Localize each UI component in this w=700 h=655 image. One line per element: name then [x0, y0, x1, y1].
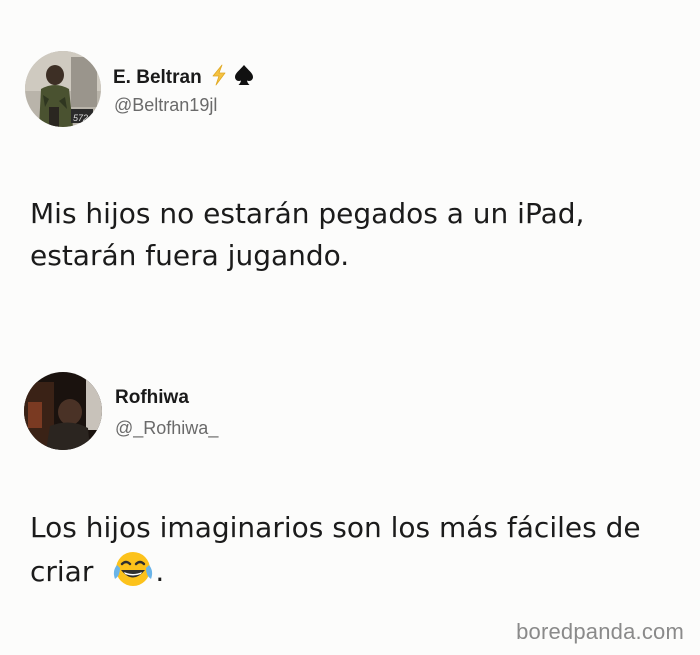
avatar-photo	[24, 372, 102, 450]
tweet-text: Mis hijos no estarán pegados a un iPad, …	[30, 193, 690, 277]
tweet-text-line: Mis hijos no estarán pegados a un iPad,	[30, 197, 585, 230]
lightning-icon	[211, 64, 227, 92]
avatar-photo: 572	[25, 51, 101, 127]
tweet-text-line: estarán fuera jugando.	[30, 239, 350, 272]
svg-text:572: 572	[73, 113, 88, 123]
tweet-text-line: criar	[30, 555, 94, 588]
avatar-beltran[interactable]: 572	[25, 51, 101, 127]
spade-icon	[234, 64, 254, 92]
tweet-text-line-last: criar .	[30, 549, 690, 601]
tweet-text: Los hijos imaginarios son los más fácile…	[30, 507, 690, 601]
watermark: boredpanda.com	[516, 619, 684, 644]
tears-of-joy-emoji	[111, 549, 155, 601]
display-name-text: E. Beltran	[113, 67, 202, 89]
avatar-rofhiwa[interactable]	[24, 372, 102, 450]
tweet-text-line: Los hijos imaginarios son los más fácile…	[30, 511, 641, 544]
trailing-period: .	[155, 555, 165, 588]
display-name[interactable]: E. Beltran	[113, 64, 254, 92]
display-name[interactable]: Rofhiwa	[115, 387, 189, 409]
handle[interactable]: @Beltran19jl	[114, 95, 217, 116]
handle[interactable]: @_Rofhiwa_	[115, 418, 218, 439]
